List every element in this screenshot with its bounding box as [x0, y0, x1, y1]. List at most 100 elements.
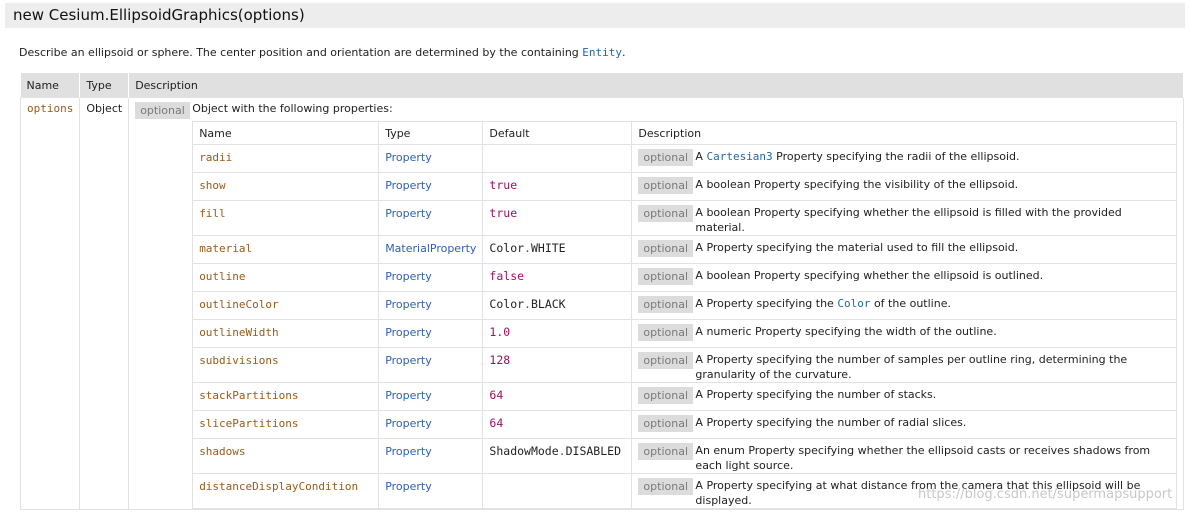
property-row-material: material MaterialProperty Color.WHITE optio…	[192, 235, 1178, 264]
property-row-shadows: shadows Property ShadowMode.DISABLED option…	[192, 438, 1178, 474]
property-default-cell: true	[482, 172, 633, 201]
param-intro: Object with the following properties:	[192, 102, 393, 115]
property-type-cell: Property	[378, 263, 484, 292]
property-default-cell: false	[482, 263, 633, 292]
type-link[interactable]: Color	[837, 297, 870, 310]
type-link[interactable]: Cartesian3	[706, 150, 772, 163]
property-name-cell: outline	[192, 263, 380, 292]
param-name-cell: options	[19, 97, 81, 510]
property-row-stackPartitions: stackPartitions Property 64 optional A Prope…	[192, 382, 1178, 411]
property-type-link[interactable]: Property	[385, 389, 432, 402]
property-name-cell: subdivisions	[192, 347, 380, 383]
property-description: A boolean Property specifying whether th…	[695, 205, 1170, 235]
prop-col-name: Name	[192, 121, 380, 145]
property-type-cell: Property	[378, 144, 484, 173]
property-type-link[interactable]: Property	[385, 151, 432, 164]
default-value-part: .	[558, 444, 566, 458]
property-type-link[interactable]: Property	[385, 445, 432, 458]
property-type-cell: Property	[378, 200, 484, 236]
property-row-show: show Property true optional A boolean Proper…	[192, 172, 1178, 201]
description-text: A boolean Property specifying whether th…	[695, 269, 1044, 282]
description-text: Property specifying the radii of the ell…	[772, 150, 1020, 163]
description-text: A Property specifying the number of radi…	[695, 416, 967, 429]
col-header-type: Type	[79, 73, 130, 98]
property-type-cell: Property	[378, 319, 484, 348]
property-default-cell: Color.BLACK	[482, 291, 633, 320]
property-type-cell: Property	[378, 382, 484, 411]
property-name-cell: fill	[192, 200, 380, 236]
property-type-cell: MaterialProperty	[378, 235, 484, 264]
property-row-fill: fill Property true optional A boolean Proper…	[192, 200, 1178, 236]
property-type-link[interactable]: Property	[385, 354, 432, 367]
property-description: An enum Property specifying whether the …	[695, 443, 1170, 473]
property-type-link[interactable]: Property	[385, 179, 432, 192]
property-description: A numeric Property specifying the width …	[695, 324, 996, 339]
property-type-link[interactable]: Property	[385, 270, 432, 283]
optional-badge: optional	[638, 268, 694, 285]
default-value-part: Color	[489, 241, 525, 255]
property-type-cell: Property	[378, 438, 484, 474]
entity-link[interactable]: Entity	[582, 46, 622, 59]
optional-badge: optional	[638, 324, 694, 341]
property-name-cell: outlineColor	[192, 291, 380, 320]
property-name: shadows	[199, 445, 246, 458]
description-text: of the outline.	[870, 297, 951, 310]
property-type-link[interactable]: Property	[385, 207, 432, 220]
property-row-slicePartitions: slicePartitions Property 64 optional A Prope…	[192, 410, 1178, 439]
property-description-cell: optional A Property specifying the Color …	[631, 291, 1178, 320]
description-text: A Property specifying the number of stac…	[695, 388, 937, 401]
property-name: stackPartitions	[199, 389, 299, 402]
description-text: An enum Property specifying whether the …	[695, 444, 1151, 472]
col-header-name: Name	[20, 73, 81, 98]
property-name-cell: stackPartitions	[192, 382, 380, 411]
property-description-cell: optional An enum Property specifying whet…	[631, 438, 1178, 474]
optional-badge: optional	[638, 149, 694, 166]
property-default-cell	[482, 144, 633, 173]
property-default-cell: ShadowMode.DISABLED	[482, 438, 633, 474]
param-type-cell: Object	[79, 97, 130, 510]
default-value-part: 1.0	[489, 325, 511, 339]
property-description-cell: optional A boolean Property specifying th…	[631, 172, 1178, 201]
default-value-part: WHITE	[530, 241, 566, 255]
property-type-cell: Property	[378, 410, 484, 439]
property-description: A boolean Property specifying whether th…	[695, 268, 1043, 283]
property-name: subdivisions	[199, 354, 279, 367]
prop-col-default: Default	[482, 121, 633, 145]
property-name-cell: slicePartitions	[192, 410, 380, 439]
col-header-description: Description	[128, 73, 1185, 98]
property-description-cell: optional A numeric Property specifying th…	[631, 319, 1178, 348]
property-row-subdivisions: subdivisions Property 128 optional A Propert…	[192, 347, 1178, 383]
property-type-link[interactable]: Property	[385, 298, 432, 311]
param-row: options Object optional Object with the …	[19, 97, 1185, 510]
property-name: material	[199, 242, 253, 255]
property-description-cell: optional A Cartesian3 Property specifying…	[631, 144, 1178, 173]
description-text: A Property specifying the material used …	[695, 241, 1019, 254]
property-default-cell: true	[482, 200, 633, 236]
property-name-cell: shadows	[192, 438, 380, 474]
default-value-part: BLACK	[530, 297, 566, 311]
property-type-link[interactable]: Property	[385, 326, 432, 339]
property-type-link[interactable]: Property	[385, 480, 432, 493]
optional-badge: optional	[638, 296, 694, 313]
property-description-cell: optional A Property specifying the number…	[631, 347, 1178, 383]
property-description: A Property specifying the Color of the o…	[695, 296, 951, 311]
property-name: show	[199, 179, 226, 192]
property-name-cell: distanceDisplayCondition	[192, 473, 380, 509]
property-type-link[interactable]: MaterialProperty	[385, 242, 476, 255]
prop-col-description: Description	[631, 121, 1178, 145]
property-description-cell: optional A boolean Property specifying wh…	[631, 263, 1178, 292]
default-value-part: Color	[489, 297, 525, 311]
description-text: A Property specifying the	[695, 297, 838, 310]
default-value-part: true	[489, 178, 518, 192]
property-row-outlineWidth: outlineWidth Property 1.0 optional A numeric…	[192, 319, 1178, 348]
property-description-cell: optional A Property specifying the number…	[631, 410, 1178, 439]
property-description: A Property specifying the material used …	[695, 240, 1018, 255]
property-default-cell: 64	[482, 382, 633, 411]
watermark: https://blog.csdn.net/supermapsupport	[918, 487, 1173, 502]
property-type-link[interactable]: Property	[385, 417, 432, 430]
parameters-table: Name Type Description options Object opt…	[19, 73, 1185, 510]
property-row-radii: radii Property optional A Cartesian3 Proper…	[192, 144, 1178, 173]
description-text: A numeric Property specifying the width …	[695, 325, 997, 338]
description-end: .	[622, 46, 626, 59]
description-text: A boolean Property specifying whether th…	[695, 206, 1122, 234]
